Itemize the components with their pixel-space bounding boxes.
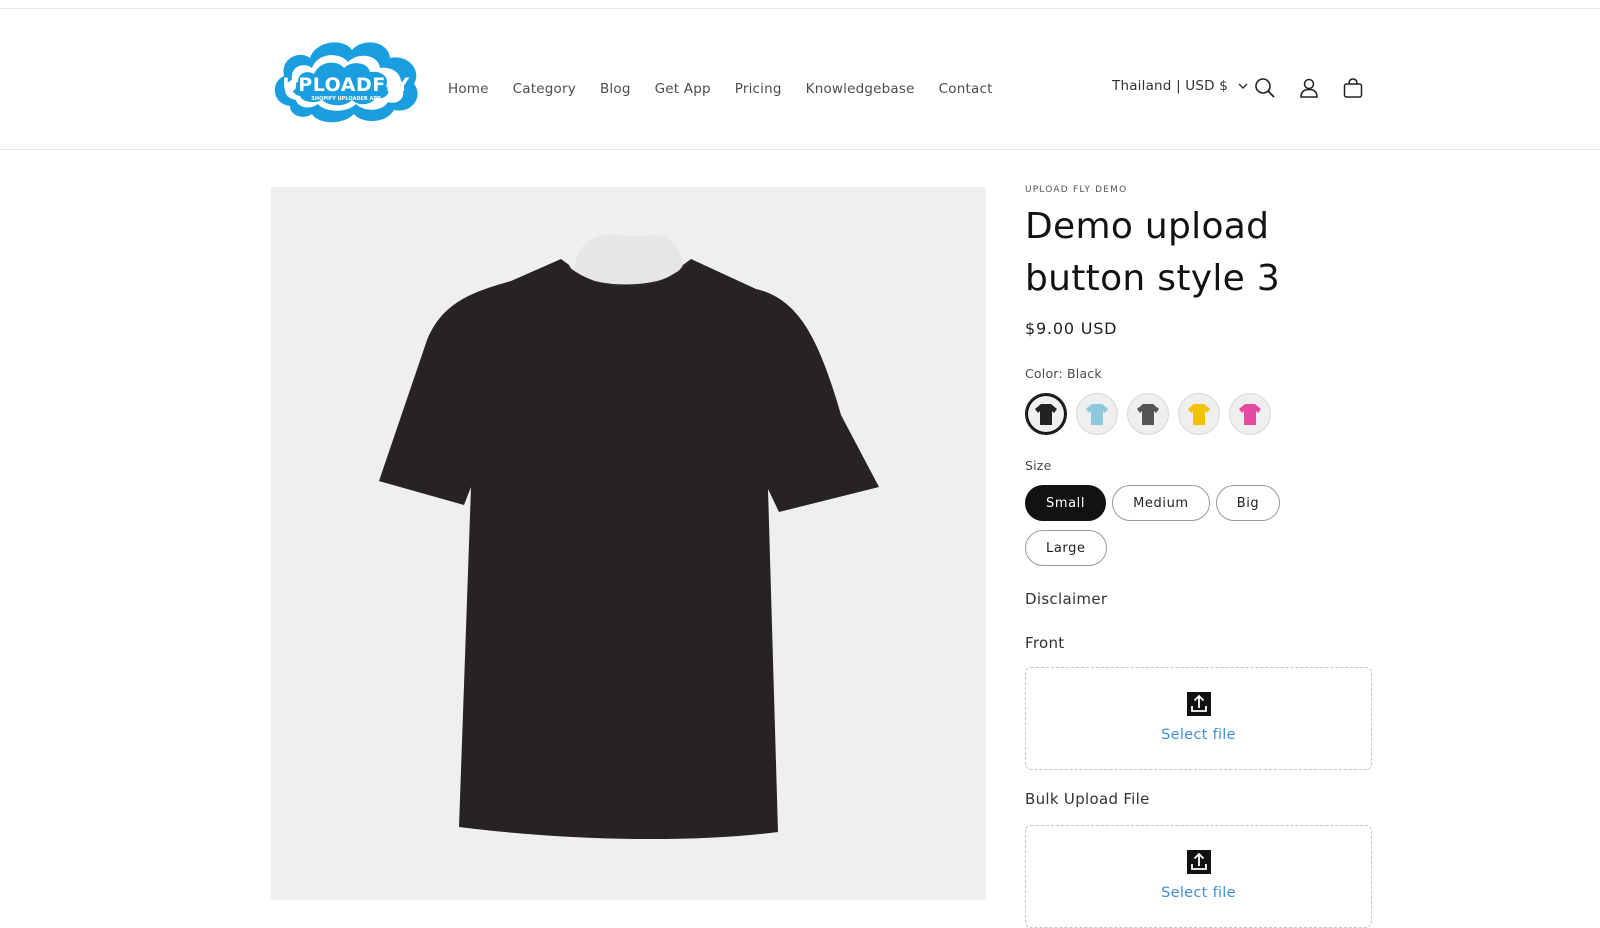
search-icon[interactable] [1254,77,1276,99]
color-swatch-yellow[interactable] [1178,393,1220,435]
color-swatches [1025,393,1280,435]
size-big[interactable]: Big [1215,485,1281,521]
tshirt-icon [1035,404,1057,425]
tshirt-icon [1086,404,1108,425]
size-small[interactable]: Small [1025,485,1107,521]
site-header: UPLOADFLY SHOPIFY UPLOADER APP Home Cate… [0,9,1600,150]
product-title: Demo upload button style 3 [1025,206,1281,299]
locale-label: Thailand | USD $ [1112,78,1229,94]
brand-name: UPLOADFLY [282,74,409,96]
nav-home[interactable]: Home [448,81,489,97]
color-swatch-light-blue[interactable] [1076,393,1118,435]
account-icon[interactable] [1298,77,1320,99]
size-label: Size [1025,458,1052,473]
locale-selector[interactable]: Thailand | USD $ [1112,78,1249,94]
tshirt-icon [1137,404,1159,425]
chevron-down-icon [1238,83,1248,89]
product-price: $9.00 USD [1025,319,1118,338]
select-file-link[interactable]: Select file [1161,885,1236,901]
nav-pricing[interactable]: Pricing [735,81,782,97]
brand-logo[interactable]: UPLOADFLY SHOPIFY UPLOADER APP [270,36,422,124]
main-nav: Home Category Blog Get App Pricing Knowl… [448,69,1017,109]
color-swatch-black[interactable] [1025,393,1067,435]
nav-category[interactable]: Category [513,81,576,97]
nav-blog[interactable]: Blog [600,81,631,97]
brand-tagline: SHOPIFY UPLOADER APP [311,96,381,102]
size-medium[interactable]: Medium [1112,485,1210,521]
color-swatch-gray[interactable] [1127,393,1169,435]
upload-icon [1186,849,1211,874]
size-options: Small Medium Big Large [1025,485,1373,575]
upload-dropzone-bulk[interactable]: Select file [1025,825,1372,928]
tshirt-icon [1239,404,1261,425]
upload-dropzone-front[interactable]: Select file [1025,667,1372,770]
disclaimer-link[interactable]: Disclaimer [1025,590,1107,608]
product-image[interactable] [271,187,986,900]
product-vendor: UPLOAD FLY DEMO [1025,185,1128,195]
size-large[interactable]: Large [1025,530,1107,566]
nav-contact[interactable]: Contact [939,81,993,97]
cart-icon[interactable] [1342,77,1364,99]
upload-label-bulk: Bulk Upload File [1025,790,1150,808]
upload-icon [1186,691,1211,716]
tshirt-icon [1188,404,1210,425]
nav-get-app[interactable]: Get App [655,81,711,97]
select-file-link[interactable]: Select file [1161,727,1236,743]
color-label: Color: Black [1025,366,1102,381]
product-info: UPLOAD FLY DEMO Demo upload button style… [1025,185,1373,928]
upload-label-front: Front [1025,634,1065,652]
nav-knowledgebase[interactable]: Knowledgebase [806,81,915,97]
color-swatch-pink[interactable] [1229,393,1271,435]
